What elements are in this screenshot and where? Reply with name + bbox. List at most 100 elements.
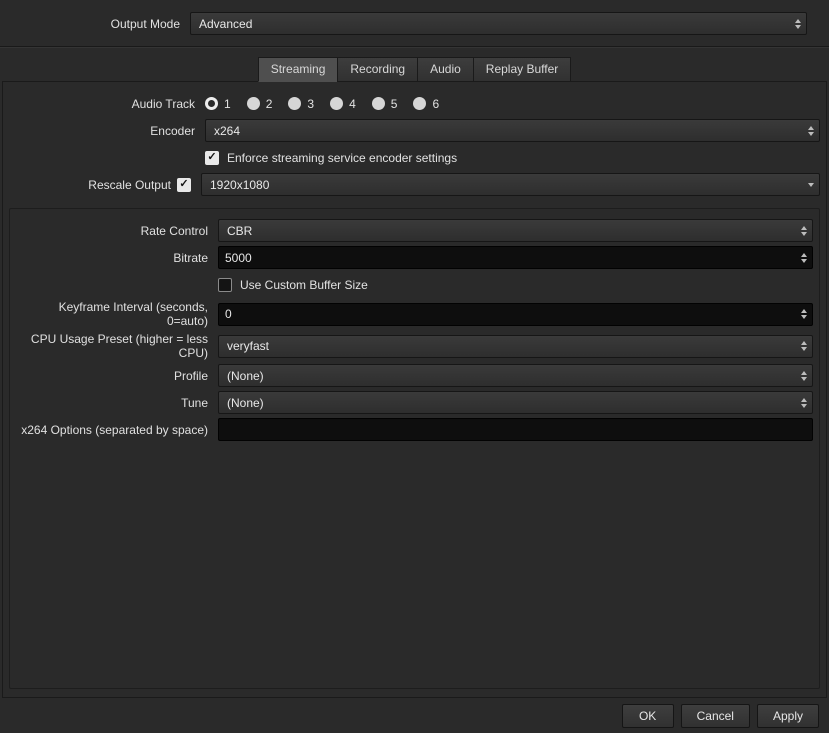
radio-icon[interactable] xyxy=(288,97,302,110)
profile-row: Profile (None) xyxy=(16,364,813,387)
radio-icon[interactable] xyxy=(246,97,260,110)
arrow-up-icon xyxy=(800,252,807,257)
radio-icon[interactable] xyxy=(330,97,344,110)
profile-label: Profile xyxy=(173,368,208,383)
enforce-checkbox-label[interactable]: Enforce streaming service encoder settin… xyxy=(227,151,457,165)
audio-track-option-6[interactable]: 6 xyxy=(413,97,439,111)
bitrate-row: Bitrate xyxy=(16,246,813,269)
rate-control-row: Rate Control CBR xyxy=(16,219,813,242)
combo-spinner-icon[interactable] xyxy=(795,336,812,357)
tab-streaming[interactable]: Streaming xyxy=(257,57,339,82)
tune-row: Tune (None) xyxy=(16,391,813,414)
radio-label: 6 xyxy=(432,96,440,111)
audio-track-option-2[interactable]: 2 xyxy=(246,96,273,111)
arrow-up-icon xyxy=(800,341,807,345)
radio-label: 4 xyxy=(349,96,356,111)
tab-replay-buffer[interactable]: Replay Buffer xyxy=(472,57,572,82)
cpu-preset-row: CPU Usage Preset (higher = less CPU) ver… xyxy=(16,332,813,360)
bitrate-input[interactable] xyxy=(219,247,795,268)
custom-buffer-checkbox-label[interactable]: Use Custom Buffer Size xyxy=(240,278,368,292)
custom-buffer-checkbox[interactable] xyxy=(218,277,232,292)
x264-options-row: x264 Options (separated by space) xyxy=(16,418,813,441)
x264-options-input[interactable] xyxy=(219,419,812,440)
tab-audio[interactable]: Audio xyxy=(417,57,474,82)
radio-label: 2 xyxy=(265,96,273,111)
encoder-row: Encoder x264 xyxy=(9,119,820,142)
combo-spinner-icon[interactable] xyxy=(795,365,812,386)
keyframe-interval-spinbox[interactable] xyxy=(218,302,813,326)
audio-track-option-4[interactable]: 4 xyxy=(330,97,356,111)
arrow-up-icon xyxy=(800,309,807,313)
arrow-up-icon xyxy=(800,370,807,375)
ok-button[interactable]: OK xyxy=(621,703,674,728)
arrow-down-icon xyxy=(800,376,807,381)
cancel-button[interactable]: Cancel xyxy=(680,703,750,728)
check-icon: ✓ xyxy=(179,178,189,190)
arrow-up-icon xyxy=(800,225,807,230)
audio-track-option-5[interactable]: 5 xyxy=(371,96,398,111)
bitrate-spinbox[interactable] xyxy=(218,246,813,269)
tab-recording[interactable]: Recording xyxy=(337,57,419,82)
arrow-down-icon xyxy=(800,347,807,351)
rate-control-select[interactable]: CBR xyxy=(218,219,813,242)
enforce-checkbox[interactable]: ✓ xyxy=(205,150,219,165)
radio-label: 5 xyxy=(390,96,398,111)
rescale-row: Rescale Output ✓ 1920x1080 xyxy=(9,173,820,196)
combo-spinner-icon[interactable] xyxy=(795,392,812,413)
spinbox-arrows-icon[interactable] xyxy=(795,247,812,268)
enforce-row: ✓ Enforce streaming service encoder sett… xyxy=(9,146,820,169)
arrow-up-icon xyxy=(800,397,807,402)
output-settings-dialog: Output Mode Advanced Streaming Recording… xyxy=(0,0,829,733)
cpu-preset-select[interactable]: veryfast xyxy=(218,334,813,358)
output-tabs-widget: Streaming Recording Audio Replay Buffer … xyxy=(2,57,827,698)
x264-options-label: x264 Options (separated by space) xyxy=(21,422,208,437)
arrow-down-icon xyxy=(794,24,801,29)
rescale-resolution-select[interactable]: 1920x1080 xyxy=(201,173,820,196)
tune-value: (None) xyxy=(227,395,264,410)
radio-label: 3 xyxy=(307,96,315,111)
arrow-down-icon xyxy=(800,315,807,319)
cpu-preset-value: veryfast xyxy=(227,339,270,353)
radio-icon[interactable] xyxy=(371,97,385,110)
output-mode-value: Advanced xyxy=(199,16,253,31)
encoder-settings-group: Rate Control CBR Bitrate 5000 Use Custom… xyxy=(9,208,820,689)
arrow-down-icon xyxy=(800,403,807,408)
bitrate-label: Bitrate xyxy=(173,250,208,265)
apply-button[interactable]: Apply xyxy=(756,703,819,728)
encoder-label: Encoder xyxy=(150,123,195,138)
arrow-down-icon xyxy=(800,258,807,263)
spinbox-arrows-icon[interactable] xyxy=(795,304,812,325)
rescale-label: Rescale Output xyxy=(88,177,171,192)
check-icon: ✓ xyxy=(207,151,217,163)
combo-spinner-icon[interactable] xyxy=(789,13,806,34)
arrow-up-icon xyxy=(807,125,814,130)
rate-control-value: CBR xyxy=(227,223,253,238)
radio-selected-icon[interactable] xyxy=(205,97,218,110)
profile-select[interactable]: (None) xyxy=(218,364,813,387)
encoder-value: x264 xyxy=(214,123,241,138)
combo-spinner-icon[interactable] xyxy=(802,120,819,141)
tab-bar: Streaming Recording Audio Replay Buffer xyxy=(2,57,827,82)
radio-label: 1 xyxy=(224,96,231,111)
audio-track-option-3[interactable]: 3 xyxy=(288,97,314,111)
audio-track-row: Audio Track 1 2 3 4 5 6 xyxy=(9,92,820,115)
output-mode-select[interactable]: Advanced xyxy=(190,12,807,35)
radio-icon[interactable] xyxy=(413,97,427,110)
combo-spinner-icon[interactable] xyxy=(795,220,812,241)
combo-dropdown-icon[interactable] xyxy=(802,174,819,195)
encoder-select[interactable]: x264 xyxy=(205,119,820,142)
keyframe-interval-label: Keyframe Interval (seconds, 0=auto) xyxy=(58,300,208,328)
rescale-resolution-value: 1920x1080 xyxy=(210,177,270,192)
audio-track-label: Audio Track xyxy=(131,96,195,111)
rate-control-label: Rate Control xyxy=(140,223,208,238)
tune-select[interactable]: (None) xyxy=(218,391,813,414)
profile-value: (None) xyxy=(227,368,264,383)
tune-label: Tune xyxy=(181,395,208,410)
x264-options-field[interactable] xyxy=(218,418,813,441)
streaming-tab-pane: Audio Track 1 2 3 4 5 6 Encoder x264 ✓ E… xyxy=(2,81,827,698)
arrow-down-icon xyxy=(800,231,807,236)
keyframe-interval-input[interactable] xyxy=(219,303,795,325)
rescale-checkbox[interactable]: ✓ xyxy=(177,177,191,192)
audio-track-option-1[interactable]: 1 xyxy=(205,97,231,111)
output-mode-row: Output Mode Advanced xyxy=(0,0,829,47)
